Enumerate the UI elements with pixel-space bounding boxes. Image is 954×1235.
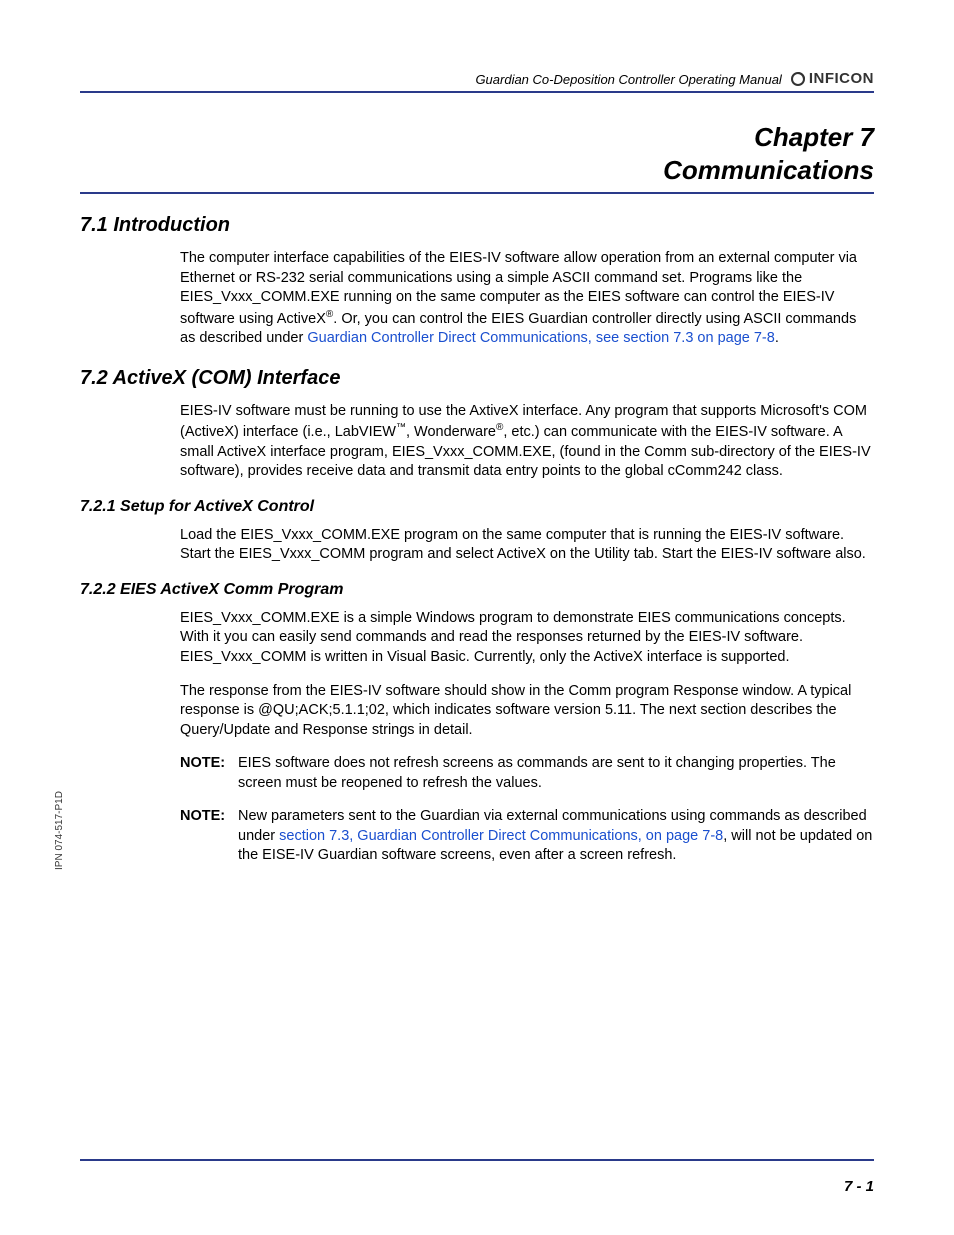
section-7-2-1-heading: 7.2.1 Setup for ActiveX Control <box>80 498 874 516</box>
cross-reference-link[interactable]: Guardian Controller Direct Communication… <box>307 330 774 346</box>
logo-text: INFICON <box>809 70 874 87</box>
chapter-divider <box>80 192 874 194</box>
footer-divider <box>80 1159 874 1161</box>
section-7-1-heading: 7.1 Introduction <box>80 214 874 237</box>
note-label: NOTE: <box>180 754 238 793</box>
text-fragment: . <box>775 330 779 346</box>
logo-icon <box>790 71 806 87</box>
section-7-1-body: The computer interface capabilities of t… <box>180 249 874 349</box>
brand-logo: INFICON <box>790 70 874 87</box>
chapter-name: Communications <box>80 154 874 187</box>
note-2-body: New parameters sent to the Guardian via … <box>238 807 874 866</box>
note-label: NOTE: <box>180 807 238 866</box>
header-divider <box>80 91 874 93</box>
note-2: NOTE: New parameters sent to the Guardia… <box>180 807 874 866</box>
section-7-2-2-p1: EIES_Vxxx_COMM.EXE is a simple Windows p… <box>180 609 874 668</box>
note-1: NOTE: EIES software does not refresh scr… <box>180 754 874 793</box>
header: Guardian Co-Deposition Controller Operat… <box>80 70 874 87</box>
page: Guardian Co-Deposition Controller Operat… <box>0 0 954 1235</box>
cross-reference-link[interactable]: section 7.3, Guardian Controller Direct … <box>279 828 723 844</box>
note-1-body: EIES software does not refresh screens a… <box>238 754 874 793</box>
document-id: IPN 074-517-P1D <box>54 791 65 870</box>
page-number: 7 - 1 <box>844 1178 874 1195</box>
section-7-2-1-body: Load the EIES_Vxxx_COMM.EXE program on t… <box>180 526 874 565</box>
section-7-2-2-heading: 7.2.2 EIES ActiveX Comm Program <box>80 581 874 599</box>
section-7-2-heading: 7.2 ActiveX (COM) Interface <box>80 367 874 390</box>
trademark-mark: ™ <box>396 422 406 433</box>
text-fragment: , Wonderware <box>406 424 496 440</box>
section-7-2-2-p2: The response from the EIES-IV software s… <box>180 682 874 741</box>
chapter-number: Chapter 7 <box>80 121 874 154</box>
manual-title: Guardian Co-Deposition Controller Operat… <box>80 72 790 87</box>
chapter-title: Chapter 7 Communications <box>80 121 874 186</box>
section-7-2-body: EIES-IV software must be running to use … <box>180 402 874 482</box>
